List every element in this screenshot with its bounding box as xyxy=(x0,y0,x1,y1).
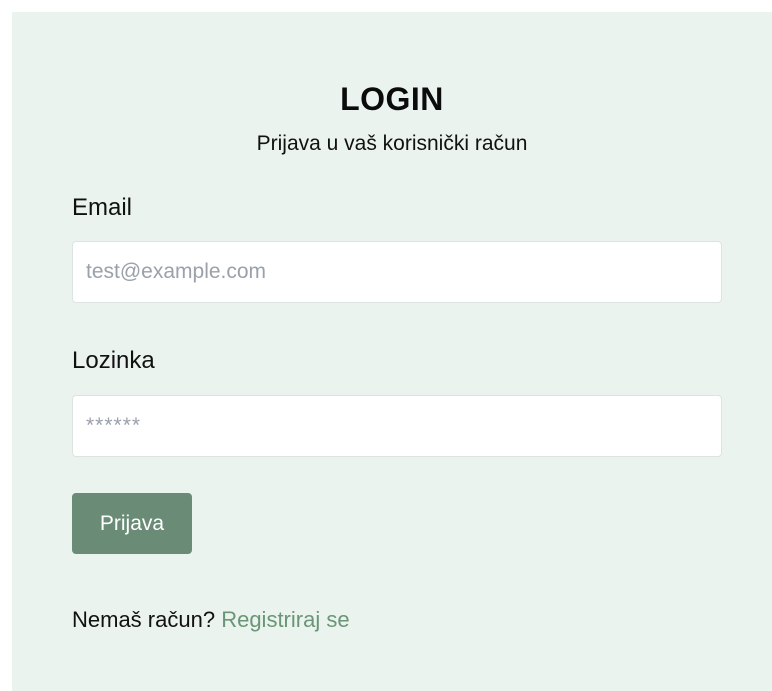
email-input[interactable] xyxy=(72,241,722,303)
email-label: Email xyxy=(72,194,133,221)
register-prompt: Nemaš račun? Registriraj se xyxy=(72,605,350,635)
login-panel: LOGIN Prijava u vaš korisnički račun Ema… xyxy=(12,12,772,691)
register-prompt-text: Nemaš račun? xyxy=(72,607,216,632)
page-subtitle: Prijava u vaš korisnički račun xyxy=(256,132,528,155)
login-button[interactable]: Prijava xyxy=(72,493,192,554)
password-label: Lozinka xyxy=(72,347,155,374)
register-link[interactable]: Registriraj se xyxy=(221,607,349,632)
password-input[interactable] xyxy=(72,395,722,457)
page-title: LOGIN xyxy=(340,81,444,117)
